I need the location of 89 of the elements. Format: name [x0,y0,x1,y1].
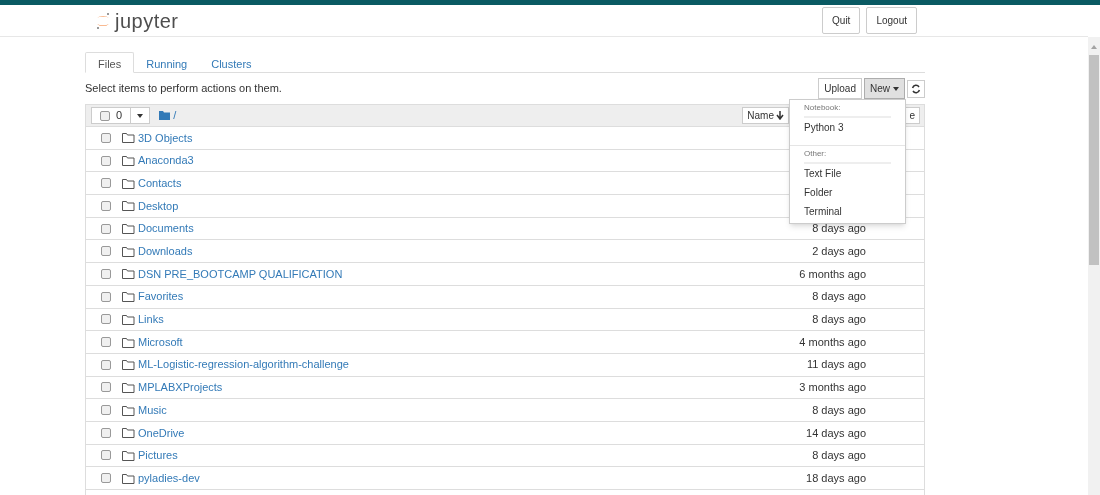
menu-item[interactable]: Folder [790,183,905,202]
scroll-up-icon [1091,45,1097,49]
file-name[interactable]: Music [138,401,167,419]
modified-time: 2 days ago [812,244,866,260]
caret-icon [137,113,144,118]
header-button[interactable]: Logout [866,7,917,34]
menu-heading: Other: [804,148,891,164]
folder-icon [122,381,135,393]
refresh-button[interactable] [907,79,925,98]
folder-icon [122,449,135,461]
checkbox[interactable] [101,314,111,325]
checkbox[interactable] [101,246,111,257]
modified-time: 8 days ago [812,289,866,305]
checkbox[interactable] [101,450,111,461]
folder-icon [122,223,135,235]
select-all-control[interactable]: 0 [91,107,151,124]
selected-count: 0 [116,108,123,124]
file-name[interactable]: MPLABXProjects [138,379,223,396]
arrow-down-icon [776,111,784,120]
file-name[interactable]: Favorites [138,288,184,305]
instructions: Select items to perform actions on them. [85,81,282,97]
file-name[interactable]: Contacts [138,174,182,192]
checkbox[interactable] [101,427,111,438]
checkbox[interactable] [101,178,111,189]
folder-icon [122,155,135,167]
upload-button[interactable]: Upload [818,78,862,99]
folder-icon [122,359,135,371]
breadcrumb-path[interactable]: / [173,107,177,124]
checkbox[interactable] [101,132,111,143]
tab[interactable]: Clusters [199,52,264,72]
modified-time: 8 days ago [812,221,866,237]
file-name[interactable]: Downloads [138,243,193,260]
folder-icon [122,245,135,257]
file-name[interactable]: Microsoft [138,333,183,351]
folder-icon [122,427,135,439]
modified-time: 3 months ago [799,380,866,396]
file-name[interactable]: 3D Objects [138,129,193,147]
menu-heading: Notebook: [804,102,891,118]
checkbox[interactable] [101,405,111,416]
folder-icon [122,200,135,212]
checkbox[interactable] [101,291,111,302]
tab[interactable]: Running [134,52,200,72]
new-button[interactable]: New [864,78,905,99]
tab[interactable]: Files [85,52,135,73]
checkbox[interactable] [101,473,111,484]
folder-icon [122,291,135,303]
modified-time: 6 months ago [799,266,866,282]
menu-item[interactable]: Python 3 [790,118,905,137]
file-name[interactable]: ML-Logistic-regression-algorithm-challenge [138,356,349,373]
modified-time: 8 days ago [812,448,866,464]
checkbox[interactable] [101,337,111,348]
sort-button[interactable]: Name [742,107,789,124]
folder-icon [122,268,135,280]
modified-time: 11 days ago [806,357,866,373]
file-name[interactable]: Links [138,311,164,328]
modified-time: 8 days ago [812,402,866,418]
file-name[interactable]: Anaconda3 [138,152,194,169]
file-name[interactable]: DSN PRE_BOOTCAMP QUALIFICATION [138,265,343,283]
modified-time: 4 months ago [799,334,866,350]
file-name[interactable]: Documents [138,220,194,237]
file-name[interactable]: OneDrive [138,424,185,442]
checkbox[interactable] [101,223,111,234]
header-button[interactable]: Quit [822,7,861,34]
checkbox[interactable] [101,155,111,166]
jupyter-logo[interactable]: jupyter [95,5,179,36]
logo-text: jupyter [115,8,179,34]
folder-icon [122,177,135,189]
checkbox[interactable] [101,200,111,211]
folder-icon [122,313,135,325]
file-name[interactable]: Pictures [138,447,178,464]
menu-item[interactable]: Text File [790,164,905,183]
logo-icon [95,11,111,30]
folder-icon [122,336,135,348]
folder-icon [159,111,171,120]
modified-time: 14 days ago [806,425,866,441]
modified-time: 18 days ago [806,470,866,486]
refresh-icon [911,83,921,94]
menu-item[interactable]: Terminal [790,202,905,221]
file-name[interactable]: Desktop [138,197,179,215]
caret-icon [893,86,899,91]
checkbox[interactable] [101,382,111,393]
folder-icon [122,472,135,484]
checkbox[interactable] [101,268,111,279]
folder-icon [122,132,135,144]
modified-time: 8 days ago [812,312,866,328]
select-all-checkbox[interactable] [100,110,110,121]
folder-icon [122,404,135,416]
file-name[interactable]: pyladies-dev [138,469,200,487]
checkbox[interactable] [101,359,111,370]
